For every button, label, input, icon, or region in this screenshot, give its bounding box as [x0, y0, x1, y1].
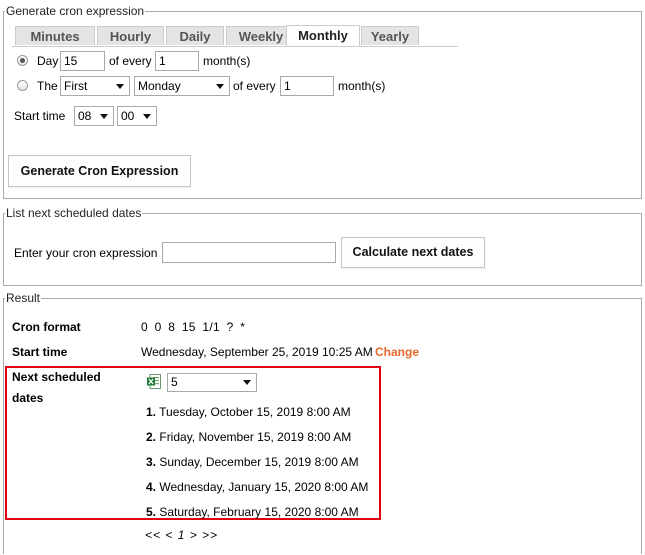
month-interval-input[interactable]: 1 [155, 51, 199, 71]
tab-hourly[interactable]: Hourly [97, 26, 164, 45]
excel-icon[interactable] [147, 374, 161, 389]
cron-expression-label: Enter your cron expression [14, 246, 158, 260]
day-input[interactable]: 15 [60, 51, 105, 71]
date-count-select[interactable]: 5 [167, 373, 257, 392]
list-item-date: Wednesday, January 15, 2020 8:00 AM [159, 480, 369, 494]
list-item-number: 1. [146, 405, 157, 419]
list-item: 1. Tuesday, October 15, 2019 8:00 AM [146, 405, 351, 419]
the-radio[interactable] [17, 80, 28, 91]
chevron-down-icon [216, 84, 224, 89]
generate-cron-button[interactable]: Generate Cron Expression [8, 155, 191, 187]
generate-cron-legend: Generate cron expression [6, 4, 145, 18]
change-link[interactable]: Change [375, 345, 419, 359]
list-item: 4. Wednesday, January 15, 2020 8:00 AM [146, 480, 368, 494]
months-label-2: month(s) [338, 79, 386, 93]
tab-monthly[interactable]: Monthly [286, 25, 360, 46]
list-item-date: Friday, November 15, 2019 8:00 AM [159, 430, 352, 444]
weekday-select[interactable]: Monday [134, 76, 230, 96]
ordinal-select-value: First [64, 79, 88, 93]
list-item-date: Tuesday, October 15, 2019 8:00 AM [159, 405, 351, 419]
cron-expression-input[interactable] [162, 242, 336, 263]
months-label: month(s) [203, 54, 251, 68]
date-count-select-value: 5 [171, 375, 178, 389]
list-item: 3. Sunday, December 15, 2019 8:00 AM [146, 455, 359, 469]
tab-yearly[interactable]: Yearly [361, 26, 419, 45]
list-item: 5. Saturday, February 15, 2020 8:00 AM [146, 505, 359, 519]
month-interval-input-2[interactable]: 1 [280, 76, 334, 96]
result-start-time-value: Wednesday, September 25, 2019 10:25 AM [141, 345, 373, 359]
the-label: The [37, 79, 58, 93]
minute-select[interactable]: 00 [117, 106, 157, 126]
next-dates-legend: List next scheduled dates [6, 206, 142, 220]
list-item: 2. Friday, November 15, 2019 8:00 AM [146, 430, 351, 444]
chevron-down-icon [143, 114, 151, 119]
next-scheduled-label: Next scheduled [12, 370, 101, 384]
tab-minutes[interactable]: Minutes [15, 26, 95, 45]
list-item-number: 2. [146, 430, 157, 444]
hour-select-value: 08 [78, 109, 92, 123]
day-label: Day [37, 54, 59, 68]
minute-select-value: 00 [121, 109, 135, 123]
cron-format-value: 0 0 8 15 1/1 ? * [141, 320, 246, 334]
weekday-select-value: Monday [138, 79, 181, 93]
chevron-down-icon [116, 84, 124, 89]
start-time-label: Start time [14, 109, 66, 123]
calculate-next-dates-button[interactable]: Calculate next dates [341, 237, 485, 268]
of-every-label: of every [109, 54, 152, 68]
result-legend: Result [6, 291, 41, 305]
next-scheduled-label-dates: dates [12, 391, 44, 405]
pagination[interactable]: << < 1 > >> [145, 528, 218, 542]
of-every-label-2: of every [233, 79, 276, 93]
tab-daily[interactable]: Daily [166, 26, 224, 45]
chevron-down-icon [243, 380, 251, 385]
ordinal-select[interactable]: First [60, 76, 130, 96]
list-item-date: Sunday, December 15, 2019 8:00 AM [159, 455, 359, 469]
list-item-number: 3. [146, 455, 157, 469]
frequency-tabs: Minutes Hourly Daily Weekly Monthly Year… [12, 25, 458, 47]
day-radio[interactable] [17, 55, 28, 66]
result-start-time-label: Start time [12, 345, 68, 359]
chevron-down-icon [100, 114, 108, 119]
list-item-date: Saturday, February 15, 2020 8:00 AM [159, 505, 359, 519]
list-item-number: 4. [146, 480, 157, 494]
hour-select[interactable]: 08 [74, 106, 114, 126]
cron-format-label: Cron format [12, 320, 81, 334]
list-item-number: 5. [146, 505, 157, 519]
